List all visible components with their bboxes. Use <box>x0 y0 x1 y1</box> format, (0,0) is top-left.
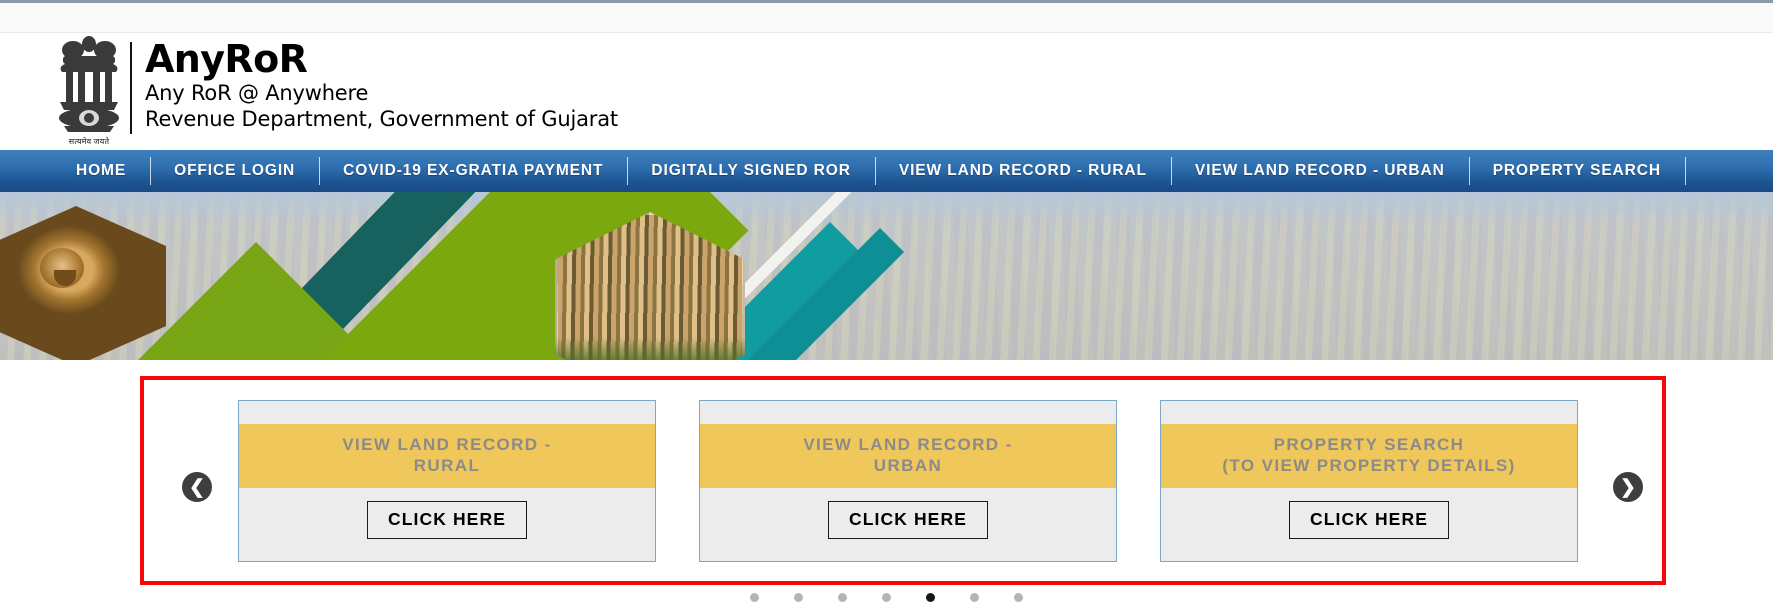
carousel-dot[interactable] <box>838 593 847 602</box>
top-utility-bar <box>0 0 1773 33</box>
carousel-dot[interactable] <box>794 593 803 602</box>
chevron-left-icon[interactable]: ❮ <box>182 472 212 502</box>
nav-item-digitally-signed-ror[interactable]: DIGITALLY SIGNED ROR <box>627 150 874 192</box>
logo-divider <box>130 42 132 134</box>
brand-tagline: Any RoR @ Anywhere <box>145 81 369 105</box>
site-header: सत्यमेव जयते AnyRoR Any RoR @ Anywhere R… <box>0 33 1773 149</box>
nav-item-property-search[interactable]: PROPERTY SEARCH <box>1468 150 1685 192</box>
card-property-search[interactable]: PROPERTY SEARCH (TO VIEW PROPERTY DETAIL… <box>1160 400 1578 562</box>
nav-item-covid-ex-gratia-payment[interactable]: COVID-19 EX-GRATIA PAYMENT <box>319 150 627 192</box>
card-spacer <box>1161 401 1577 424</box>
site-logo[interactable]: सत्यमेव जयते AnyRoR Any RoR @ Anywhere R… <box>52 34 618 148</box>
carousel-pagination <box>0 593 1773 602</box>
click-here-button[interactable]: CLICK HERE <box>828 501 988 539</box>
card-view-land-record-urban[interactable]: VIEW LAND RECORD - URBAN CLICK HERE <box>699 400 1117 562</box>
page-root: सत्यमेव जयते AnyRoR Any RoR @ Anywhere R… <box>0 0 1773 609</box>
carousel-dot[interactable] <box>1014 593 1023 602</box>
nav-trailing-space <box>1684 150 1773 192</box>
brand-text-block: AnyRoR Any RoR @ Anywhere Revenue Depart… <box>145 34 618 132</box>
chevron-right-icon[interactable]: ❯ <box>1613 472 1643 502</box>
click-here-button[interactable]: CLICK HERE <box>1289 501 1449 539</box>
nav-item-home[interactable]: HOME <box>52 150 150 192</box>
emblem-caption: सत्यमेव जयते <box>68 137 110 146</box>
carousel-dot[interactable] <box>882 593 891 602</box>
card-action-area: CLICK HERE <box>1161 488 1577 561</box>
card-title: VIEW LAND RECORD - RURAL <box>239 424 655 488</box>
card-view-land-record-rural[interactable]: VIEW LAND RECORD - RURAL CLICK HERE <box>238 400 656 562</box>
card-title: VIEW LAND RECORD - URBAN <box>700 424 1116 488</box>
main-navigation: HOME OFFICE LOGIN COVID-19 EX-GRATIA PAY… <box>0 150 1773 192</box>
brand-title: AnyRoR <box>145 37 308 81</box>
india-state-emblem-icon: सत्यमेव जयते <box>52 34 126 148</box>
nav-item-view-land-record-rural[interactable]: VIEW LAND RECORD - RURAL <box>874 150 1171 192</box>
card-spacer <box>700 401 1116 424</box>
card-spacer <box>239 401 655 424</box>
nav-item-view-land-record-urban[interactable]: VIEW LAND RECORD - URBAN <box>1170 150 1469 192</box>
hero-sky-gradient <box>0 192 1773 226</box>
carousel-dot[interactable] <box>750 593 759 602</box>
carousel-card-list: VIEW LAND RECORD - RURAL CLICK HERE VIEW… <box>238 400 1578 562</box>
carousel-dot[interactable] <box>926 593 935 602</box>
brand-department: Revenue Department, Government of Gujara… <box>145 107 618 131</box>
carousel-dot[interactable] <box>970 593 979 602</box>
card-action-area: CLICK HERE <box>239 488 655 561</box>
click-here-button[interactable]: CLICK HERE <box>367 501 527 539</box>
card-title: PROPERTY SEARCH (TO VIEW PROPERTY DETAIL… <box>1161 424 1577 488</box>
nav-item-office-login[interactable]: OFFICE LOGIN <box>150 150 319 192</box>
hero-banner <box>0 192 1773 360</box>
card-action-area: CLICK HERE <box>700 488 1116 561</box>
